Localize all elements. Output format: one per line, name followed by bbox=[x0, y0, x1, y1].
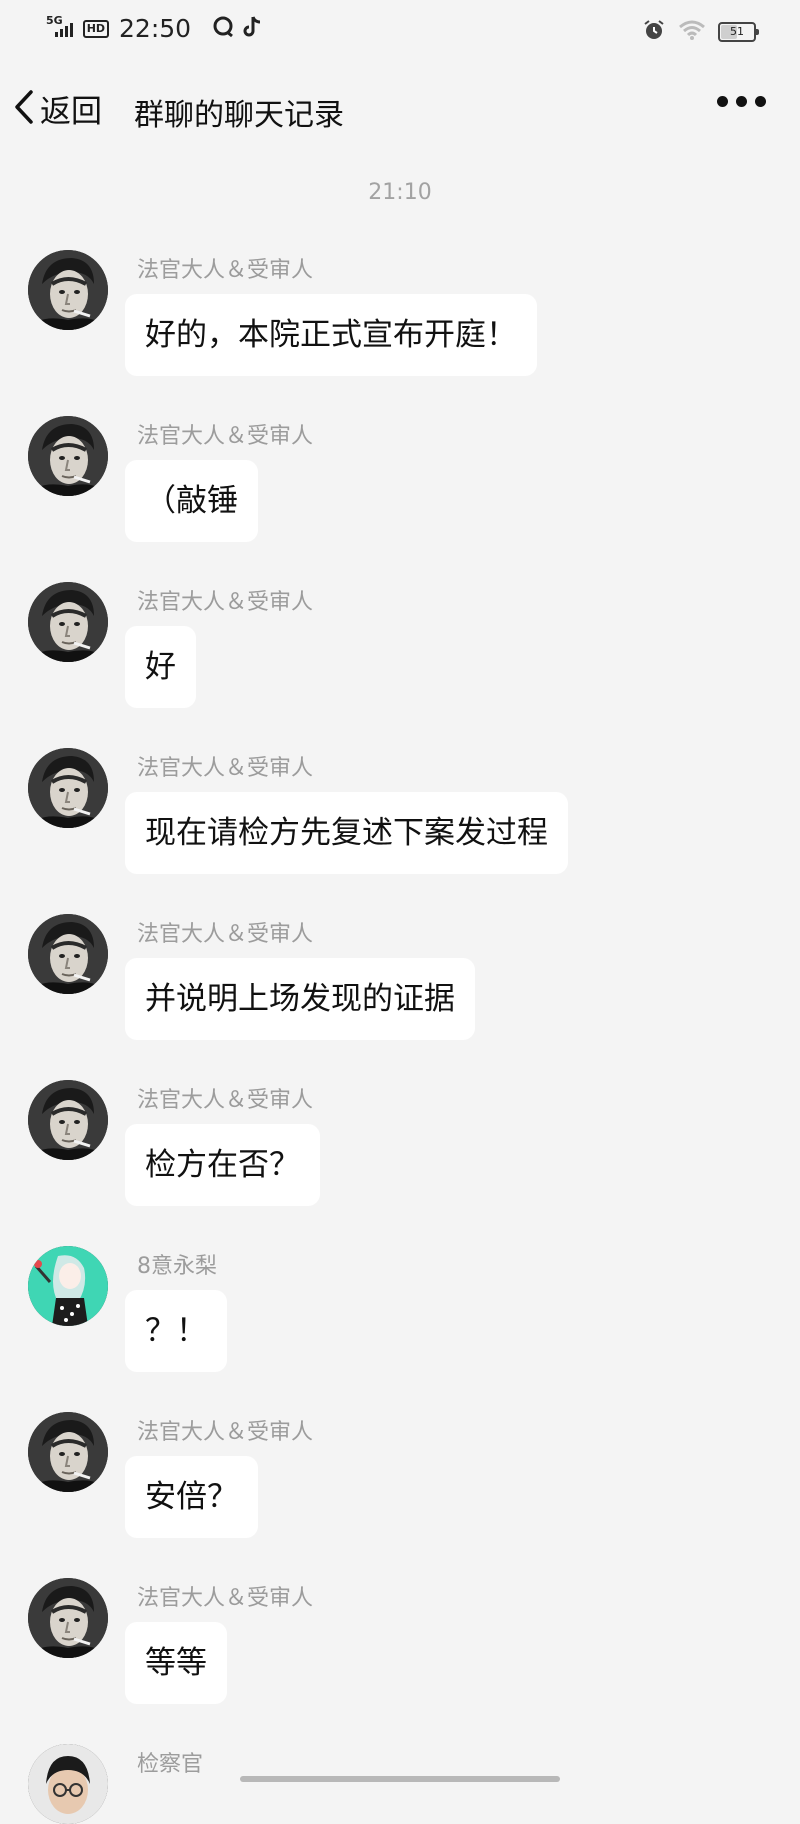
back-label: 返回 bbox=[40, 94, 102, 130]
sender-name: 法官大人＆受审人 bbox=[137, 590, 314, 615]
message-bubble[interactable]: 安倍？ bbox=[125, 1456, 258, 1538]
avatar-portrait-man-smoking[interactable] bbox=[28, 582, 108, 662]
message-bubble[interactable]: 现在请检方先复述下案发过程 bbox=[125, 792, 568, 874]
sender-name: 法官大人＆受审人 bbox=[137, 1586, 314, 1611]
sender-name: 法官大人＆受审人 bbox=[137, 258, 314, 283]
qq-icon bbox=[211, 15, 235, 43]
back-button[interactable]: 返回 bbox=[12, 86, 102, 131]
nav-bar: 返回 群聊的聊天记录 bbox=[0, 62, 800, 166]
message-bubble[interactable]: 好 bbox=[125, 626, 196, 708]
avatar-portrait-man-smoking[interactable] bbox=[28, 1080, 108, 1160]
more-dot-icon bbox=[755, 96, 766, 107]
page-title: 群聊的聊天记录 bbox=[134, 98, 344, 133]
wifi-icon bbox=[678, 19, 706, 45]
avatar-portrait-man-smoking[interactable] bbox=[28, 1412, 108, 1492]
message-bubble[interactable]: 好的，本院正式宣布开庭！ bbox=[125, 294, 537, 376]
alarm-icon bbox=[642, 18, 666, 46]
battery-level: 51 bbox=[730, 25, 744, 38]
sender-name: 法官大人＆受审人 bbox=[137, 1088, 314, 1113]
message-bubble[interactable]: 并说明上场发现的证据 bbox=[125, 958, 475, 1040]
avatar-portrait-man-smoking[interactable] bbox=[28, 250, 108, 330]
status-right: 51 bbox=[642, 18, 759, 46]
home-indicator[interactable] bbox=[240, 1776, 560, 1782]
chevron-left-icon bbox=[12, 89, 36, 129]
status-left: 5G HD 22:50 bbox=[46, 14, 263, 43]
sender-name: 法官大人＆受审人 bbox=[137, 1420, 314, 1445]
message-bubble[interactable]: 检方在否？ bbox=[125, 1124, 320, 1206]
more-menu-button[interactable] bbox=[717, 96, 766, 107]
message-bubble[interactable]: ？！ bbox=[125, 1290, 227, 1372]
battery-icon: 51 bbox=[718, 22, 759, 42]
avatar-portrait-man-glasses[interactable] bbox=[28, 1744, 108, 1824]
avatar-portrait-man-smoking[interactable] bbox=[28, 748, 108, 828]
sender-name: 检察官 bbox=[137, 1752, 204, 1777]
sender-name: 法官大人＆受审人 bbox=[137, 922, 314, 947]
status-time: 22:50 bbox=[119, 14, 192, 43]
avatar-portrait-man-smoking[interactable] bbox=[28, 1578, 108, 1658]
sender-name: 法官大人＆受审人 bbox=[137, 756, 314, 781]
hd-icon: HD bbox=[82, 19, 110, 38]
more-dot-icon bbox=[736, 96, 747, 107]
avatar-portrait-man-smoking[interactable] bbox=[28, 914, 108, 994]
tiktok-icon bbox=[241, 15, 263, 43]
message-bubble[interactable]: 等等 bbox=[125, 1622, 227, 1704]
message-bubble[interactable]: （敲锤 bbox=[125, 460, 258, 542]
sender-name: 法官大人＆受审人 bbox=[137, 424, 314, 449]
avatar-portrait-man-smoking[interactable] bbox=[28, 416, 108, 496]
avatar-anime-girl-teal[interactable] bbox=[28, 1246, 108, 1326]
chat-timestamp: 21:10 bbox=[368, 180, 432, 205]
network-type: 5G bbox=[46, 14, 63, 27]
status-bar: 5G HD 22:50 51 bbox=[0, 0, 800, 62]
more-dot-icon bbox=[717, 96, 728, 107]
sender-name: 8意永梨 bbox=[137, 1254, 217, 1279]
